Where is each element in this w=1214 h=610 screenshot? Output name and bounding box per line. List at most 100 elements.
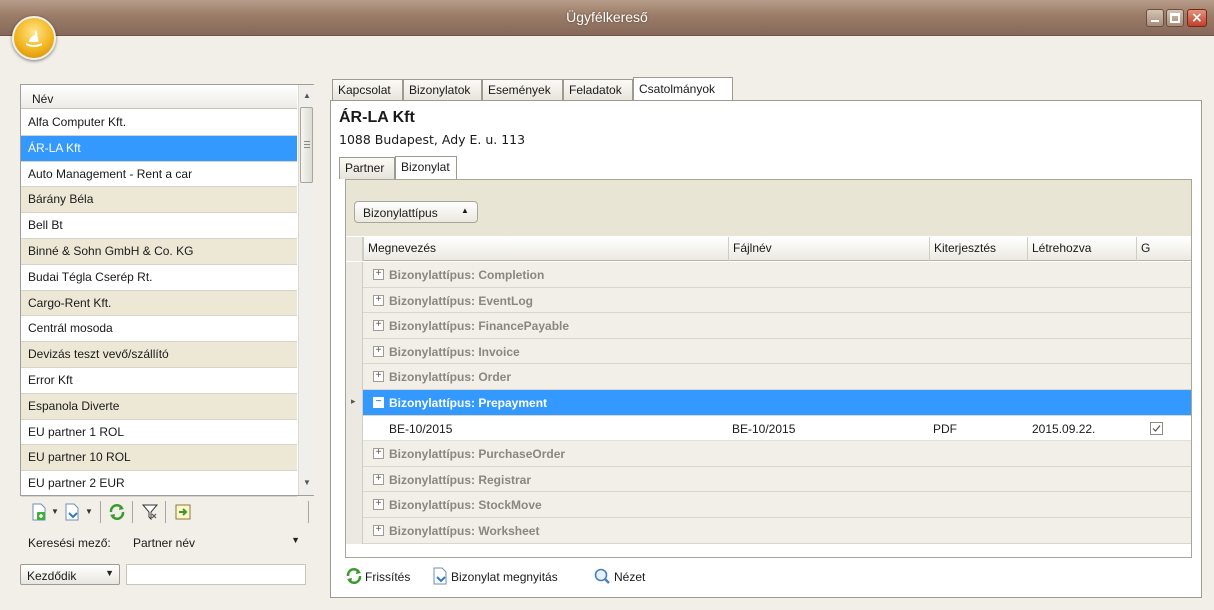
customer-list-item[interactable]: Devizás teszt vevő/szállító [21,342,297,368]
group-row[interactable]: + Bizonylattípus: StockMove [363,492,1191,518]
current-row-pointer-icon: ▸ [351,396,356,406]
expand-icon[interactable]: + [373,448,384,460]
group-by-chip[interactable]: Bizonylattípus ▲ [354,201,478,223]
tab-5[interactable]: Csatolmányok [633,77,733,100]
customer-list-item[interactable]: Auto Management - Rent a car [21,162,297,188]
group-row-label: Bizonylattípus: StockMove [389,498,542,513]
open-dropdown-icon[interactable]: ▼ [85,507,93,516]
collapse-icon[interactable]: − [373,397,384,408]
search-input[interactable] [126,564,306,585]
new-document-button[interactable] [30,503,48,521]
sub-tab-2[interactable]: Bizonylat [395,156,457,179]
customer-list-item[interactable]: Cargo-Rent Kft. [21,290,297,317]
left-toolbar: ▼ ▼ [20,497,314,527]
magnifier-icon [594,568,610,584]
column-header-1[interactable]: Megnevezés [363,237,728,261]
chevron-down-icon: ▼ [291,535,300,545]
column-header-3[interactable]: Kiterjesztés [929,237,1027,261]
window-title: Ügyfélkereső [566,9,648,25]
customer-rows: Alfa Computer Kft. ÁR-LA Kft Auto Manageme… [21,110,297,497]
customer-list-item[interactable]: Bárány Béla [21,187,297,214]
group-row[interactable]: − Bizonylattípus: Prepayment [363,390,1191,416]
new-document-icon [32,503,46,521]
tab-4[interactable]: Feladatok [563,79,633,101]
expand-icon[interactable]: + [373,294,384,306]
group-row[interactable]: + Bizonylattípus: Registrar [363,466,1191,493]
attachments-grid: Megnevezés Fájlnév Kiterjesztés Létrehozva G… [346,236,1191,557]
cell-file: BE-10/2015 [732,421,796,436]
group-row-label: Bizonylattípus: Invoice [389,344,520,359]
search-field-label: Keresési mező: [28,536,111,550]
export-button[interactable] [174,503,192,521]
cell-name: BE-10/2015 [389,421,453,436]
expand-icon[interactable]: + [373,269,384,280]
tab-3[interactable]: Események [482,79,563,101]
sub-tab-1[interactable]: Partner [339,157,395,179]
group-row[interactable]: + Bizonylattípus: FinancePayable [363,313,1191,339]
list-header-name[interactable]: Név [21,85,297,109]
open-document-button[interactable] [63,503,81,521]
open-document-icon [65,503,79,521]
search-field-select[interactable]: Partner név ▼ [126,531,306,552]
customer-list-item[interactable]: Centrál mosoda [21,316,297,343]
customer-list-item[interactable]: EU partner 1 ROL [21,420,297,446]
expand-icon[interactable]: + [373,345,384,357]
group-row-label: Bizonylattípus: Order [389,370,512,385]
group-row[interactable]: + Bizonylattípus: EventLog [363,287,1191,314]
group-row[interactable]: + Bizonylattípus: Completion [363,262,1191,288]
customer-list-item[interactable]: Error Kft [21,368,297,394]
group-row-label: Bizonylattípus: EventLog [389,293,533,308]
export-icon [175,504,191,520]
expand-icon[interactable]: + [373,371,384,383]
scroll-up-icon[interactable]: ▲ [303,91,311,100]
row-checkbox[interactable] [1150,421,1163,435]
expand-icon[interactable]: + [373,499,384,511]
attachments-grid-frame: Bizonylattípus ▲ Megnevezés Fájlnév Kiterj… [345,179,1192,558]
scroll-thumb[interactable] [300,107,313,183]
filter-button[interactable] [141,503,159,521]
expand-icon[interactable]: + [373,473,384,485]
group-row[interactable]: + Bizonylattípus: Invoice [363,338,1191,365]
document-open-icon [433,567,447,585]
column-header-2[interactable]: Fájlnév [728,237,929,261]
attachment-row[interactable]: BE-10/2015 BE-10/2015 PDF 2015.09.22. [363,415,1191,442]
customer-list-item[interactable]: Alfa Computer Kft. [21,110,297,136]
tab-2[interactable]: Bizonylatok [403,79,482,101]
group-row[interactable]: + Bizonylattípus: Order [363,364,1191,390]
match-mode-select[interactable]: Kezdődik ▼ [20,564,120,585]
customer-list-item[interactable]: Espanola Diverte [21,393,297,420]
maximize-button[interactable] [1166,9,1184,27]
group-row-label: Bizonylattípus: Completion [389,268,545,282]
expand-icon[interactable]: + [373,525,384,536]
app-menu-button[interactable] [12,16,56,60]
title-bar: Ügyfélkereső × [0,0,1214,36]
customer-list-item[interactable]: ÁR-LA Kft [21,135,297,162]
group-row-label: Bizonylattípus: Prepayment [389,396,548,410]
group-row[interactable]: + Bizonylattípus: PurchaseOrder [363,441,1191,467]
customer-list-item[interactable]: Budai Tégla Cserép Rt. [21,265,297,291]
customer-list-item[interactable]: EU partner 2 EUR [21,471,297,497]
sort-ascending-icon: ▲ [461,206,469,215]
group-row-label: Bizonylattípus: PurchaseOrder [389,447,566,462]
refresh-icon [109,504,125,520]
grid-header: Megnevezés Fájlnév Kiterjesztés Létrehozva G [346,237,1191,261]
customer-list-item[interactable]: EU partner 10 ROL [21,445,297,472]
group-row[interactable]: + Bizonylattípus: Worksheet [363,518,1191,544]
company-address: 1088 Budapest, Ady E. u. 113 [339,132,526,147]
customer-list-item[interactable]: Binné & Sohn GmbH & Co. KG [21,238,297,265]
customer-list-item[interactable]: Bell Bt [21,213,297,239]
list-scrollbar[interactable]: ▲ ▼ [298,85,314,495]
refresh-list-button[interactable] [108,503,126,521]
minimize-icon [1151,20,1159,22]
column-header-4[interactable]: Létrehozva [1027,237,1136,261]
group-row-label: Bizonylattípus: FinancePayable [389,319,570,334]
expand-icon[interactable]: + [373,320,384,332]
detail-panel: ÁR-LA Kft 1088 Budapest, Ady E. u. 113 P… [330,100,1202,598]
close-button[interactable]: × [1187,9,1207,27]
new-dropdown-icon[interactable]: ▼ [51,507,59,516]
checkmark-icon [1152,424,1161,432]
minimize-button[interactable] [1146,9,1164,27]
scroll-down-icon[interactable]: ▼ [303,478,311,487]
column-header-5[interactable]: G [1136,237,1191,261]
tab-1[interactable]: Kapcsolat [332,79,403,101]
